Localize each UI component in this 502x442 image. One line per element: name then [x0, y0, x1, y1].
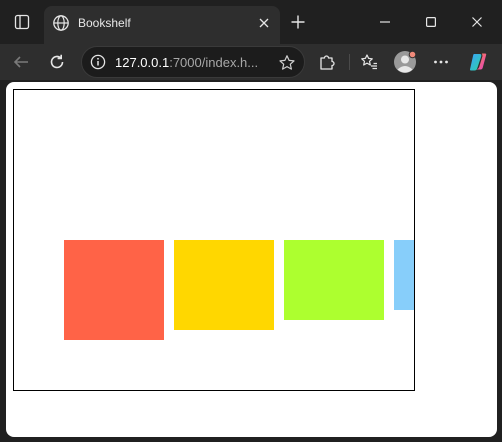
favorite-star-icon[interactable] — [278, 54, 296, 72]
close-icon — [259, 18, 269, 28]
url-path: :7000/index.h... — [169, 55, 259, 70]
address-bar[interactable]: 127.0.0.1:7000/index.h... — [81, 46, 305, 78]
close-icon — [472, 17, 482, 27]
site-info-icon[interactable] — [90, 54, 106, 70]
tab-close-button[interactable] — [254, 13, 274, 33]
more-horizontal-icon — [434, 60, 448, 64]
close-window-button[interactable] — [454, 6, 500, 38]
minimize-icon — [380, 21, 390, 23]
reload-button[interactable] — [43, 48, 71, 76]
maximize-button[interactable] — [408, 6, 454, 38]
copilot-icon — [469, 53, 487, 71]
reload-icon — [50, 54, 64, 69]
url-text: 127.0.0.1:7000/index.h... — [115, 55, 258, 70]
toolbar: 127.0.0.1:7000/index.h... — [0, 44, 502, 80]
new-tab-button[interactable] — [286, 10, 310, 34]
tab-strip: Bookshelf — [0, 0, 502, 44]
plus-icon — [291, 15, 305, 29]
copilot-button[interactable] — [464, 48, 492, 76]
book-yellow — [174, 240, 274, 330]
url-host: 127.0.0.1 — [115, 55, 170, 70]
page-viewport — [6, 82, 497, 437]
extensions-button[interactable] — [313, 48, 341, 76]
more-options-button[interactable] — [427, 48, 455, 76]
toolbar-divider — [349, 54, 350, 70]
book-blue — [394, 240, 414, 310]
back-button[interactable] — [7, 48, 35, 76]
sidebar-toggle-button[interactable] — [8, 8, 36, 36]
maximize-icon — [426, 17, 436, 27]
puzzle-icon — [320, 55, 335, 70]
minimize-button[interactable] — [362, 6, 408, 38]
tab-bookshelf[interactable]: Bookshelf — [44, 6, 280, 44]
back-arrow-icon — [13, 56, 28, 68]
profile-button[interactable] — [391, 48, 419, 76]
book-green — [284, 240, 384, 320]
favorites-list-icon — [361, 54, 377, 70]
favorites-button[interactable] — [355, 48, 383, 76]
book-red — [64, 240, 164, 340]
avatar — [394, 50, 417, 73]
sidebar-icon — [14, 14, 30, 30]
bookshelf-container — [13, 89, 415, 391]
globe-icon — [53, 15, 69, 31]
tab-title: Bookshelf — [78, 16, 131, 30]
